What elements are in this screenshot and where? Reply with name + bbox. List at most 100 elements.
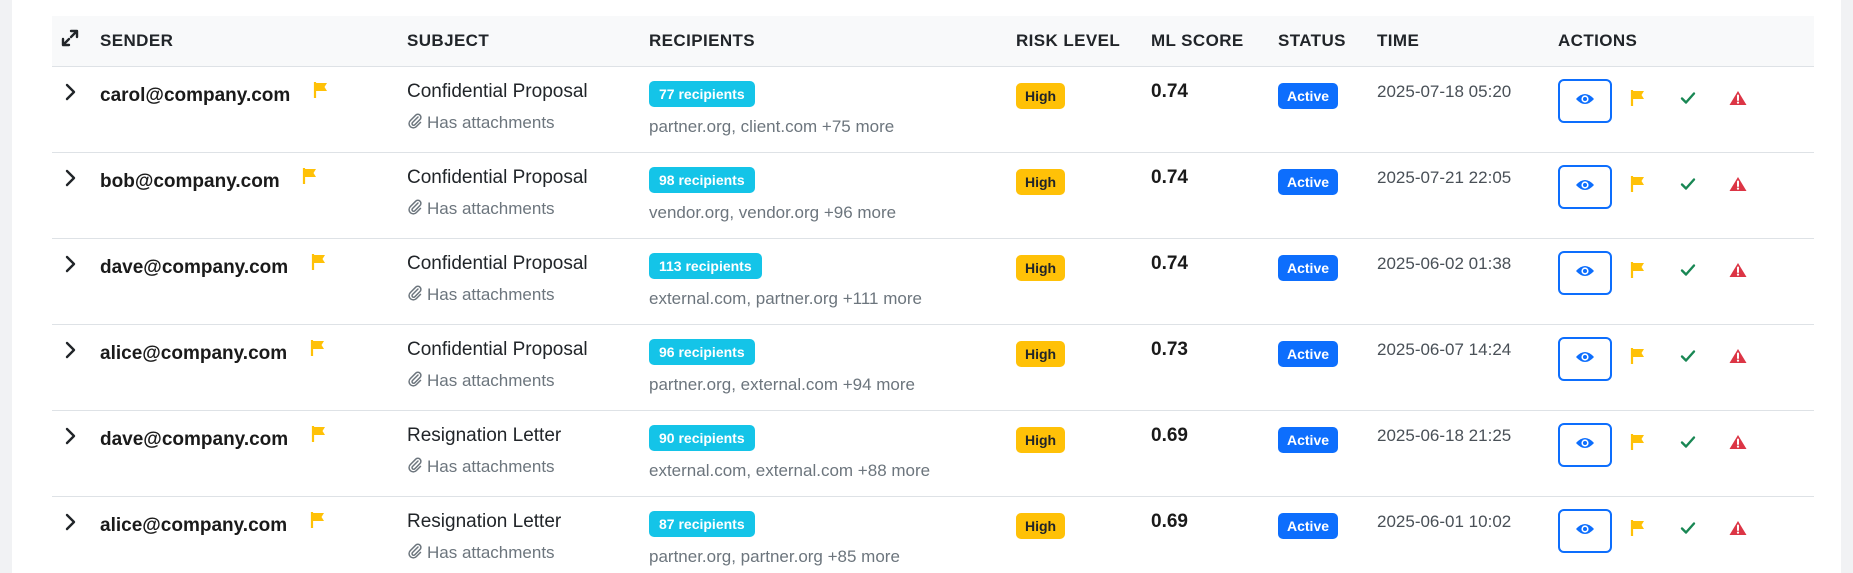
time-cell: 2025-07-21 22:05 (1377, 152, 1558, 238)
attachment-label: Has attachments (427, 371, 555, 390)
subject-text: Resignation Letter (407, 424, 562, 446)
view-button[interactable] (1558, 164, 1612, 209)
flag-icon (1630, 175, 1646, 198)
ml-score-value: 0.69 (1151, 424, 1188, 446)
escalate-button[interactable] (1718, 511, 1758, 551)
escalate-button[interactable] (1718, 253, 1758, 293)
approve-button[interactable] (1668, 511, 1708, 551)
expand-all-icon[interactable] (60, 28, 80, 48)
escalate-button[interactable] (1718, 81, 1758, 121)
table-row[interactable]: dave@company.com Confidential Proposal H… (52, 238, 1814, 324)
escalate-button[interactable] (1718, 425, 1758, 465)
table-row[interactable]: bob@company.com Confidential Proposal Ha… (52, 152, 1814, 238)
attachment-indicator: Has attachments (407, 113, 649, 134)
chevron-right-icon[interactable] (64, 83, 78, 106)
ml-score-cell: 0.69 (1151, 410, 1278, 496)
ml-score-cell: 0.74 (1151, 152, 1278, 238)
sender-cell: carol@company.com (100, 66, 407, 152)
header-subject[interactable]: SUBJECT (407, 16, 649, 67)
view-button[interactable] (1558, 250, 1612, 295)
header-recipients[interactable]: RECIPIENTS (649, 16, 1016, 67)
subject-cell: Confidential Proposal Has attachments (407, 152, 649, 238)
risk-level-badge: High (1016, 426, 1066, 453)
header-sender[interactable]: SENDER (100, 16, 407, 67)
view-button[interactable] (1558, 336, 1612, 381)
sender-email: dave@company.com (100, 428, 289, 450)
flag-button[interactable] (1618, 425, 1658, 465)
timestamp: 2025-07-21 22:05 (1377, 167, 1512, 187)
flag-icon (311, 425, 327, 448)
actions-cell (1558, 410, 1814, 496)
subject-cell: Confidential Proposal Has attachments (407, 66, 649, 152)
approve-button[interactable] (1668, 81, 1708, 121)
time-cell: 2025-06-18 21:25 (1377, 410, 1558, 496)
warning-triangle-icon (1729, 520, 1747, 541)
approve-button[interactable] (1668, 167, 1708, 207)
time-cell: 2025-07-18 05:20 (1377, 66, 1558, 152)
table-row[interactable]: dave@company.com Resignation Letter Has … (52, 410, 1814, 496)
chevron-right-icon[interactable] (64, 255, 78, 278)
flag-button[interactable] (1618, 253, 1658, 293)
sender-email: bob@company.com (100, 170, 280, 192)
flag-button[interactable] (1618, 81, 1658, 121)
expand-cell (52, 496, 100, 573)
status-cell: Active (1278, 410, 1377, 496)
flag-icon (310, 511, 326, 534)
header-time[interactable]: TIME (1377, 16, 1558, 67)
recipients-list: vendor.org, vendor.org +96 more (649, 202, 897, 222)
flag-icon (313, 81, 329, 104)
timestamp: 2025-07-18 05:20 (1377, 81, 1512, 101)
eye-icon (1575, 350, 1595, 367)
table-row[interactable]: alice@company.com Resignation Letter Has… (52, 496, 1814, 573)
recipients-cell: 77 recipients partner.org, client.com +7… (649, 66, 1016, 152)
flag-icon (1630, 347, 1646, 370)
flag-button[interactable] (1618, 511, 1658, 551)
timestamp: 2025-06-07 14:24 (1377, 339, 1512, 359)
escalate-button[interactable] (1718, 167, 1758, 207)
recipients-list: external.com, external.com +88 more (649, 460, 931, 480)
header-risk-level[interactable]: RISK LEVEL (1016, 16, 1151, 67)
subject-text: Confidential Proposal (407, 80, 588, 102)
status-badge: Active (1278, 512, 1339, 539)
time-cell: 2025-06-01 10:02 (1377, 496, 1558, 573)
actions-cell (1558, 496, 1814, 573)
expand-cell (52, 66, 100, 152)
timestamp: 2025-06-18 21:25 (1377, 425, 1512, 445)
recipients-cell: 90 recipients external.com, external.com… (649, 410, 1016, 496)
warning-triangle-icon (1729, 176, 1747, 197)
subject-text: Resignation Letter (407, 510, 562, 532)
view-button[interactable] (1558, 508, 1612, 553)
check-icon (1680, 177, 1696, 196)
header-ml-score[interactable]: ML SCORE (1151, 16, 1278, 67)
emails-panel: SENDER SUBJECT RECIPIENTS RISK LEVEL ML … (12, 0, 1841, 573)
chevron-right-icon[interactable] (64, 513, 78, 536)
sender-email: alice@company.com (100, 342, 288, 364)
eye-icon (1575, 92, 1595, 109)
view-button[interactable] (1558, 78, 1612, 123)
recipients-count-badge: 96 recipients (649, 338, 755, 365)
sender-cell: alice@company.com (100, 496, 407, 573)
paperclip-icon (407, 285, 423, 306)
approve-button[interactable] (1668, 253, 1708, 293)
timestamp: 2025-06-02 01:38 (1377, 253, 1512, 273)
approve-button[interactable] (1668, 425, 1708, 465)
attachment-label: Has attachments (427, 543, 555, 562)
chevron-right-icon[interactable] (64, 427, 78, 450)
expand-cell (52, 324, 100, 410)
table-row[interactable]: alice@company.com Confidential Proposal … (52, 324, 1814, 410)
ml-score-value: 0.69 (1151, 510, 1188, 532)
escalate-button[interactable] (1718, 339, 1758, 379)
chevron-right-icon[interactable] (64, 169, 78, 192)
chevron-right-icon[interactable] (64, 341, 78, 364)
risk-level-badge: High (1016, 82, 1066, 109)
actions-cell (1558, 66, 1814, 152)
table-row[interactable]: carol@company.com Confidential Proposal … (52, 66, 1814, 152)
risk-cell: High (1016, 238, 1151, 324)
approve-button[interactable] (1668, 339, 1708, 379)
header-status[interactable]: STATUS (1278, 16, 1377, 67)
actions-cell (1558, 324, 1814, 410)
flag-button[interactable] (1618, 167, 1658, 207)
risk-cell: High (1016, 324, 1151, 410)
view-button[interactable] (1558, 422, 1612, 467)
flag-button[interactable] (1618, 339, 1658, 379)
